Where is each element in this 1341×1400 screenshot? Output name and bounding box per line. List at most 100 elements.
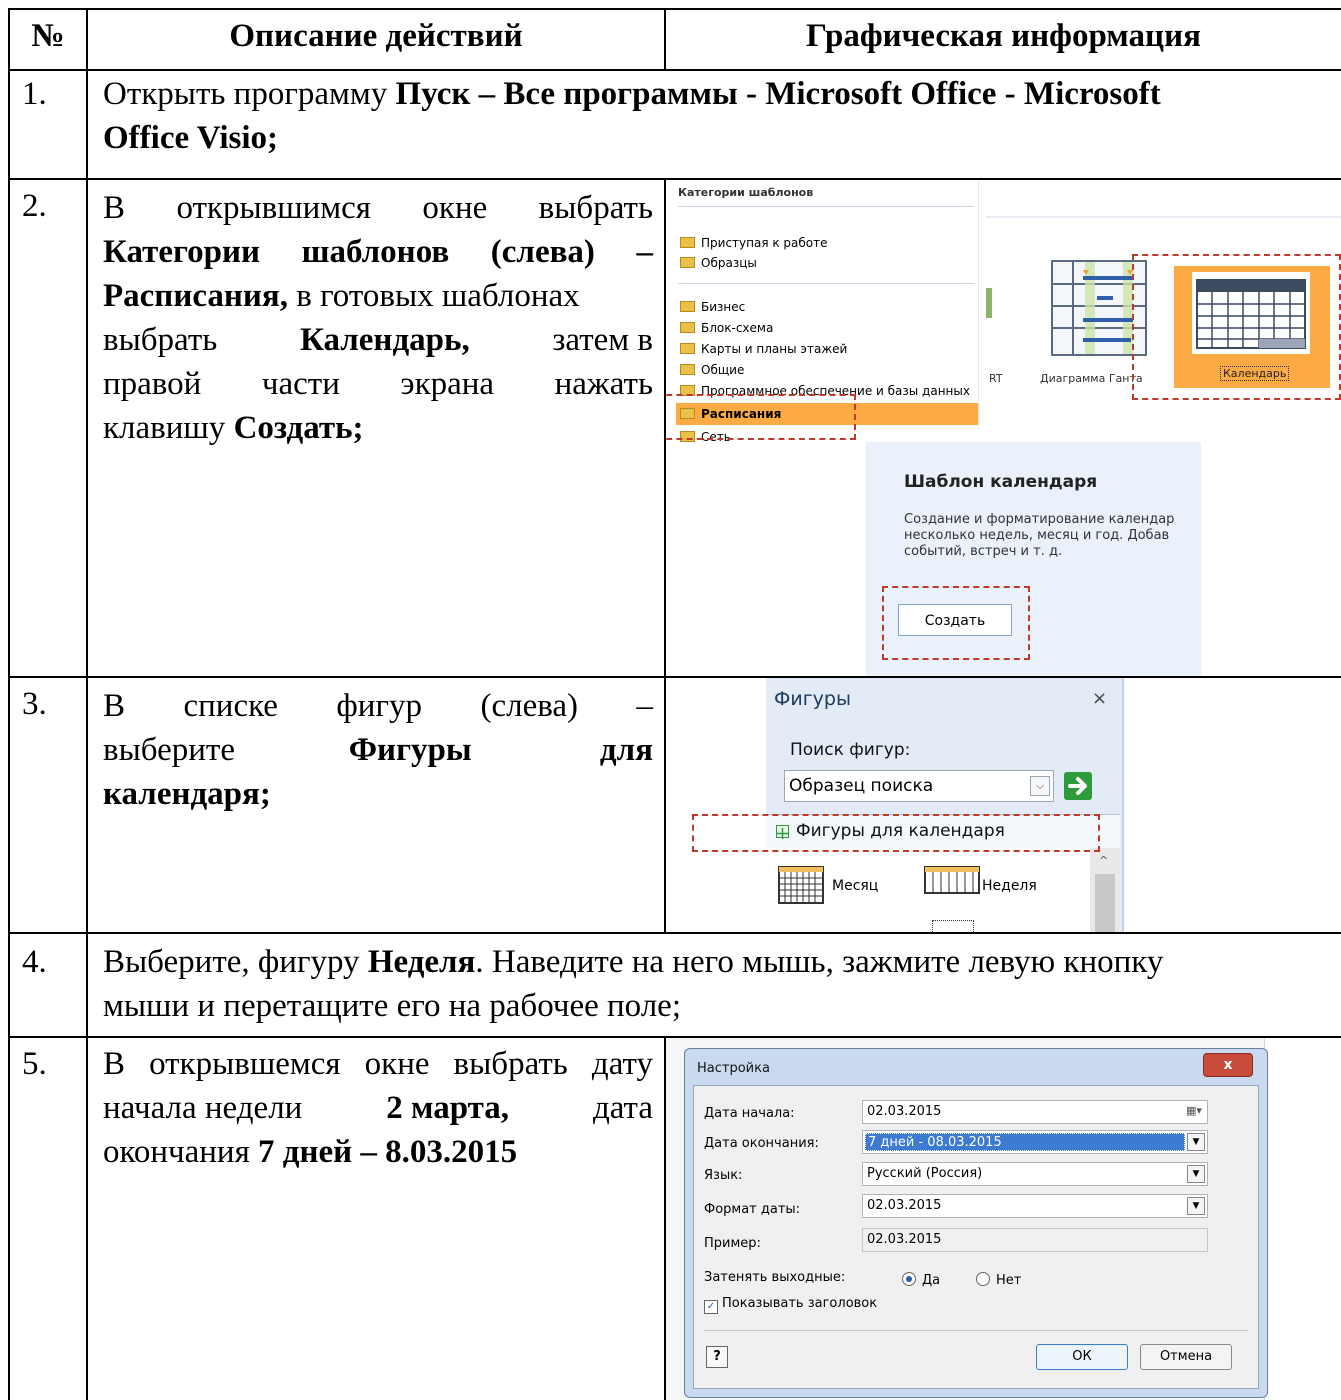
detail-line: несколько недель, месяц и год. Добав <box>904 528 1170 543</box>
row2-bold: Расписания, <box>103 278 289 314</box>
search-go-icon[interactable] <box>1062 770 1094 802</box>
row2-bold: Категории шаблонов (слева) – <box>103 234 653 270</box>
divider <box>978 180 979 430</box>
row4-plain: Выберите, фигуру <box>103 944 368 980</box>
language-value: Русский (Россия) <box>867 1166 983 1181</box>
checkbox-checked-icon: ✓ <box>704 1300 718 1314</box>
dialog-screenshot: Настройка x Дата начала: 02.03.2015 ▦▾ Д… <box>666 1038 1341 1400</box>
row2-line: В открывшимся окне выбрать <box>103 190 653 226</box>
stencil-shapes-area: Месяц Неделя <box>766 848 1090 932</box>
row2-plain: затем в <box>552 322 653 358</box>
folder-icon <box>680 257 695 268</box>
week-shape-icon[interactable] <box>924 866 980 894</box>
category-item[interactable]: Образцы <box>680 254 757 272</box>
template-detail-pane: Шаблон календаря Создание и форматирован… <box>866 442 1201 676</box>
category-item[interactable]: Карты и планы этажей <box>680 340 847 358</box>
start-date-field[interactable]: 02.03.2015 <box>862 1100 1208 1124</box>
dialog-body: Дата начала: 02.03.2015 ▦▾ Дата окончани… <box>693 1085 1259 1389</box>
category-label: Карты и планы этажей <box>701 342 848 356</box>
row2-plain: выбрать <box>103 322 218 358</box>
category-label: Общие <box>701 363 745 377</box>
highlight-frame <box>666 394 856 440</box>
row5-bold: 2 марта, <box>386 1090 510 1126</box>
language-select[interactable]: Русский (Россия) ▼ <box>862 1162 1208 1186</box>
ok-button[interactable]: ОК <box>1036 1344 1128 1370</box>
category-item[interactable]: Приступая к работе <box>680 234 828 252</box>
row4-line: Выберите, фигуру Неделя. Наведите на нег… <box>103 940 1339 984</box>
folder-icon <box>680 364 695 375</box>
sample-field: 02.03.2015 <box>862 1228 1208 1252</box>
folder-icon <box>680 322 695 333</box>
detail-title: Шаблон календаря <box>904 472 1098 492</box>
date-format-select[interactable]: 02.03.2015 ▼ <box>862 1194 1208 1218</box>
close-icon[interactable]: x <box>1203 1053 1253 1077</box>
folder-icon <box>680 237 695 248</box>
partial-thumbnail <box>986 288 992 318</box>
row2-line: правой части экрана нажать <box>103 366 653 402</box>
settings-dialog: Настройка x Дата начала: 02.03.2015 ▦▾ Д… <box>684 1048 1268 1398</box>
instruction-table: № Описание действий Графическая информац… <box>0 0 1341 1400</box>
chevron-down-icon[interactable]: ▼ <box>1187 1165 1205 1183</box>
month-shape-icon[interactable] <box>778 866 824 904</box>
radio-no[interactable]: Нет <box>976 1272 1021 1288</box>
row2-line: Категории шаблонов (слева) – <box>103 230 653 274</box>
radio-selected-icon <box>902 1272 916 1286</box>
category-label: Бизнес <box>701 300 746 314</box>
search-label: Поиск фигур: <box>790 740 911 760</box>
shapes-panel: Фигуры × Поиск фигур: Образец поиска ⌵ Ф… <box>766 678 1124 932</box>
language-label: Язык: <box>704 1168 743 1183</box>
row-number: 2. <box>22 188 47 224</box>
gantt-label: Диаграмма Ганта <box>1040 372 1143 385</box>
row5-line: В открывшемся окне выбрать дату <box>103 1046 653 1082</box>
close-icon[interactable]: × <box>1092 688 1107 709</box>
partial-shape-icon <box>932 920 974 932</box>
week-shape-label: Неделя <box>982 878 1037 894</box>
chevron-down-icon[interactable]: ▼ <box>1187 1133 1205 1151</box>
calendar-picker-icon[interactable]: ▦▾ <box>1186 1104 1202 1117</box>
date-format-value: 02.03.2015 <box>867 1198 942 1213</box>
detail-description: Создание и форматирование календар неско… <box>904 512 1174 560</box>
row-number: 1. <box>22 76 47 112</box>
cancel-button[interactable]: Отмена <box>1140 1344 1232 1370</box>
category-item[interactable]: Блок-схема <box>680 319 773 337</box>
show-header-checkbox[interactable]: ✓ Показывать заголовок <box>704 1296 877 1314</box>
search-input[interactable]: Образец поиска <box>784 770 1054 802</box>
row-number: 4. <box>22 944 47 980</box>
chevron-down-icon[interactable]: ▼ <box>1187 1197 1205 1215</box>
category-item[interactable]: Бизнес <box>680 298 745 316</box>
folder-icon <box>680 301 695 312</box>
shapes-panel-title: Фигуры <box>774 688 851 710</box>
background-canvas <box>1264 1038 1341 1400</box>
row-number: 3. <box>22 686 47 722</box>
row2-plain: в готовых шаблонах <box>288 278 580 314</box>
thumbnail-label: RT <box>989 372 1003 385</box>
chevron-down-icon[interactable]: ⌵ <box>1030 776 1050 796</box>
header-description: Описание действий <box>229 18 523 54</box>
end-date-select[interactable]: 7 дней - 08.03.2015 ▼ <box>862 1130 1208 1154</box>
template-panel-title: Категории шаблонов <box>678 186 814 199</box>
scroll-thumb[interactable] <box>1095 874 1115 932</box>
row2-bold: Создать; <box>233 410 364 446</box>
end-date-label: Дата окончания: <box>704 1136 819 1151</box>
radio-yes[interactable]: Да <box>902 1272 940 1288</box>
shapes-screenshot: Фигуры × Поиск фигур: Образец поиска ⌵ Ф… <box>666 678 1341 932</box>
table-border-top <box>8 8 1341 10</box>
help-icon[interactable]: ? <box>706 1346 728 1368</box>
arrow-right-icon <box>1064 772 1092 800</box>
row5-line: окончания 7 дней – 8.03.2015 <box>103 1130 517 1174</box>
row4-plain: . Наведите на него мышь, зажмите левую к… <box>475 944 1164 980</box>
scrollbar[interactable]: ^ <box>1090 848 1120 932</box>
scroll-up-icon[interactable]: ^ <box>1099 854 1108 867</box>
row1-text-line2: Office Visio; <box>103 116 278 160</box>
row3-line: выберите Фигуры для <box>103 728 653 772</box>
start-date-label: Дата начала: <box>704 1106 795 1121</box>
row1-text-plain: Открыть программу <box>103 76 396 112</box>
row2-line: выбрать Календарь, затем в <box>103 318 653 362</box>
table-rule <box>8 69 1341 71</box>
date-format-label: Формат даты: <box>704 1202 801 1217</box>
divider <box>678 206 974 207</box>
category-item[interactable]: Общие <box>680 361 744 379</box>
row1-text-bold2: Office Visio; <box>103 120 279 156</box>
folder-icon <box>680 343 695 354</box>
row4-line: мыши и перетащите его на рабочее поле; <box>103 988 681 1024</box>
